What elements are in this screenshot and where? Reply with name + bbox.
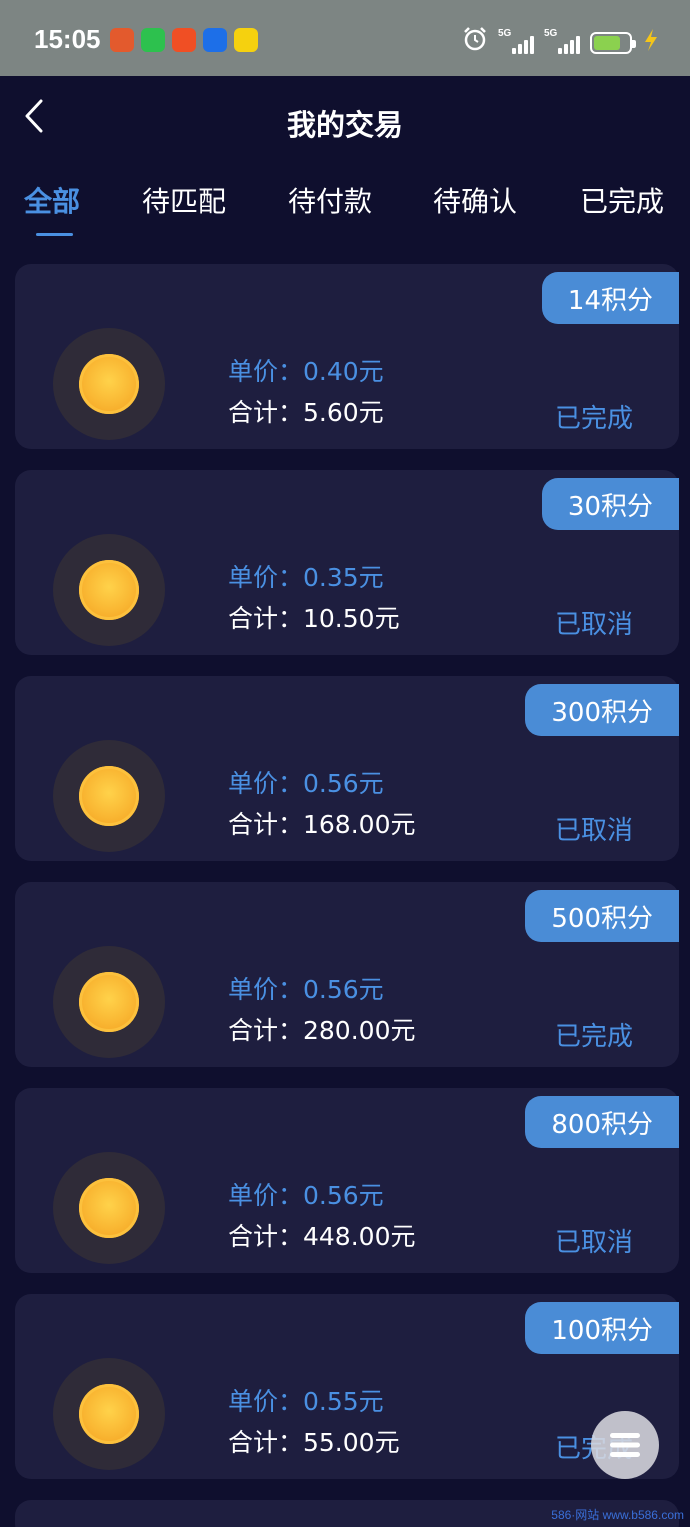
trade-status: 已完成: [555, 1022, 634, 1052]
tab-pending-payment[interactable]: 待付款: [288, 180, 372, 220]
taobao-app-icon: [172, 28, 196, 52]
watermark: 586·网站 www.b586.com: [551, 1508, 684, 1522]
tab-pending-confirm[interactable]: 待确认: [433, 180, 517, 220]
unit-price: 单价：0.35元: [228, 563, 384, 592]
tab-all[interactable]: 全部: [24, 180, 80, 220]
total-amount: 合计：448.00元: [228, 1222, 416, 1251]
unit-price: 单价：0.56元: [228, 1181, 384, 1210]
status-bar: 15:05 5G 5G: [0, 0, 690, 76]
total-amount: 合计：280.00元: [228, 1016, 416, 1045]
trade-status: 已取消: [555, 1228, 634, 1258]
menu-icon: [610, 1433, 640, 1457]
trade-card[interactable]: 单价：0.56元 合计：168.00元 300积分 已取消: [15, 676, 679, 861]
trade-status: 已完成: [555, 404, 634, 434]
signal-1-label: 5G: [498, 28, 512, 39]
trade-card[interactable]: 单价：0.40元 合计：5.60元 14积分 已完成: [15, 264, 679, 449]
coin-icon: [53, 740, 165, 852]
battery-icon: [590, 32, 636, 54]
unit-price: 单价：0.56元: [228, 975, 384, 1004]
tab-bar: 全部 待匹配 待付款 待确认 已完成: [0, 180, 690, 240]
trade-status: 已取消: [555, 610, 634, 640]
coin-icon: [53, 1358, 165, 1470]
status-app-icons: [110, 28, 258, 52]
status-indicators: 5G 5G: [462, 26, 660, 56]
trade-card[interactable]: 单价：0.35元 合计：10.50元 30积分 已取消: [15, 470, 679, 655]
signal-2-label: 5G: [544, 28, 558, 39]
points-badge: 14积分: [541, 272, 679, 324]
floating-menu-button[interactable]: [591, 1411, 659, 1479]
browser-app-icon: [110, 28, 134, 52]
unit-price: 单价：0.55元: [228, 1387, 384, 1416]
trade-card[interactable]: 单价：0.55元 合计：55.00元 100积分 已完成: [15, 1294, 679, 1479]
total-amount: 合计：55.00元: [228, 1428, 400, 1457]
points-badge: 800积分: [525, 1096, 679, 1148]
trade-status: 已取消: [555, 816, 634, 846]
signal-5g-2-icon: 5G: [544, 28, 580, 56]
tab-completed[interactable]: 已完成: [580, 180, 664, 220]
signal-5g-1-icon: 5G: [498, 28, 534, 56]
points-badge: 100积分: [525, 1302, 679, 1354]
page-title: 我的交易: [286, 108, 403, 142]
tab-pending-match[interactable]: 待匹配: [142, 180, 226, 220]
status-time: 15:05: [34, 24, 101, 54]
trade-card[interactable]: 单价：0.56元 合计：448.00元 800积分 已取消: [15, 1088, 679, 1273]
robot-app-icon: [203, 28, 227, 52]
points-badge: 500积分: [525, 890, 679, 942]
points-badge: 30积分: [541, 478, 679, 530]
total-amount: 合计：5.60元: [228, 398, 384, 427]
wechat-app-icon: [141, 28, 165, 52]
charging-icon: [642, 28, 660, 56]
alarm-icon: [462, 26, 488, 56]
coin-icon: [53, 1152, 165, 1264]
total-amount: 合计：168.00元: [228, 810, 416, 839]
coin-icon: [53, 328, 165, 440]
trade-card[interactable]: 单价：0.56元 合计：280.00元 500积分 已完成: [15, 882, 679, 1067]
unit-price: 单价：0.56元: [228, 769, 384, 798]
yellow-app-icon: [234, 28, 258, 52]
points-badge: 300积分: [525, 684, 679, 736]
active-tab-indicator: [36, 233, 73, 236]
total-amount: 合计：10.50元: [228, 604, 400, 633]
coin-icon: [53, 534, 165, 646]
coin-icon: [53, 946, 165, 1058]
unit-price: 单价：0.40元: [228, 357, 384, 386]
